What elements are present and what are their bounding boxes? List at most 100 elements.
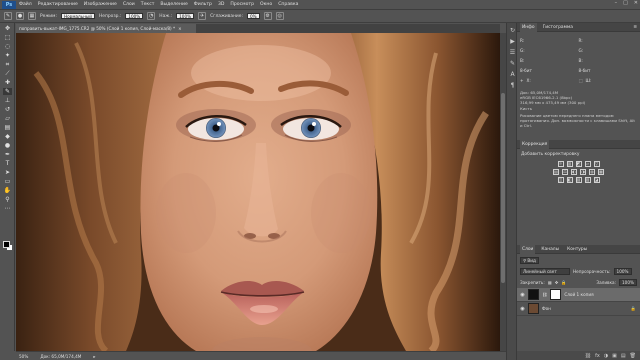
maximize-icon[interactable]: □ [623, 0, 628, 6]
layer-row[interactable]: ◉ ⛓ Слой 1 копия [517, 288, 640, 302]
foreground-color-swatch[interactable] [3, 241, 10, 248]
visibility-eye-icon[interactable]: ◉ [520, 292, 525, 298]
hue-saturation-icon[interactable]: ▤ [553, 169, 559, 176]
brush-preset-icon[interactable]: ✎ [4, 12, 12, 20]
brush-panel-toggle-icon[interactable]: ▦ [28, 12, 36, 20]
zoom-level[interactable]: 50% [19, 354, 28, 359]
crop-tool-icon[interactable]: ⌗ [3, 61, 12, 68]
layer-opacity-field[interactable]: 100% [613, 268, 632, 275]
menu-help[interactable]: Справка [275, 2, 301, 7]
document-tab[interactable]: поправить-выкат-IMG_1775.CR2 @ 50% (Слой… [16, 24, 196, 33]
history-panel-icon[interactable]: ↻ [509, 27, 516, 34]
menu-type[interactable]: Текст [138, 2, 158, 7]
panel-menu-icon[interactable]: ≡ [633, 25, 637, 30]
move-tool-icon[interactable]: ✥ [3, 25, 12, 32]
threshold-icon[interactable]: ▧ [575, 177, 582, 184]
delete-layer-icon[interactable]: 🗑 [630, 353, 636, 359]
shape-tool-icon[interactable]: ▭ [3, 178, 12, 185]
healing-tool-icon[interactable]: ✚ [3, 79, 12, 86]
menu-file[interactable]: Файл [16, 2, 35, 7]
document-info[interactable]: Док: 65,0M/174,4M [40, 354, 81, 359]
lock-position-icon[interactable]: ✥ [555, 280, 559, 285]
brightness-contrast-icon[interactable]: ☼ [557, 161, 564, 168]
type-tool-icon[interactable]: T [3, 160, 12, 167]
history-brush-tool-icon[interactable]: ↺ [3, 106, 12, 113]
tab-paths[interactable]: Контуры [565, 247, 589, 252]
brush-tool-icon[interactable]: ✎ [3, 88, 12, 95]
chain-icon[interactable]: ⛓ [542, 292, 547, 298]
character-panel-icon[interactable]: A [509, 71, 516, 78]
posterize-icon[interactable]: ◧ [566, 177, 573, 184]
document-canvas[interactable] [16, 33, 500, 351]
layer-row[interactable]: ◉ Фон 🔒 [517, 302, 640, 316]
color-lookup-icon[interactable]: ▦ [598, 169, 604, 176]
smoothing-settings-icon[interactable]: ⚙ [263, 12, 272, 20]
eraser-tool-icon[interactable]: ▱ [3, 115, 12, 122]
menu-filter[interactable]: Фильтр [191, 2, 215, 7]
clone-stamp-tool-icon[interactable]: ⊥ [3, 97, 12, 104]
close-tab-icon[interactable]: × [178, 26, 182, 31]
path-select-tool-icon[interactable]: ➤ [3, 169, 12, 176]
vibrance-icon[interactable]: ▽ [593, 161, 600, 168]
gradient-map-icon[interactable]: ▨ [584, 177, 591, 184]
new-layer-icon[interactable]: ▤ [621, 353, 626, 359]
status-arrow-icon[interactable]: ▸ [93, 354, 95, 359]
pressure-opacity-icon[interactable]: ◔ [147, 12, 156, 20]
brush-panel-icon[interactable]: ✎ [509, 60, 516, 67]
tab-layers[interactable]: Слои [520, 244, 536, 254]
new-group-icon[interactable]: ▣ [612, 353, 617, 359]
eyedropper-tool-icon[interactable]: ⟋ [3, 70, 12, 77]
add-mask-icon[interactable]: ◑ [604, 353, 608, 359]
color-balance-icon[interactable]: ⚖ [562, 169, 568, 176]
marquee-tool-icon[interactable]: ⬚ [3, 34, 12, 41]
opacity-field[interactable]: 100% [125, 13, 144, 19]
tab-histogram[interactable]: Гистограмма [541, 25, 575, 30]
photo-filter-icon[interactable]: ◑ [580, 169, 586, 176]
quick-select-tool-icon[interactable]: ✦ [3, 52, 12, 59]
more-tools-icon[interactable]: ⋯ [3, 205, 12, 212]
lock-all-icon[interactable]: 🔒 [561, 280, 566, 286]
curves-icon[interactable]: ◩ [575, 161, 582, 168]
properties-panel-icon[interactable]: ☰ [509, 49, 516, 56]
actions-panel-icon[interactable]: ▶ [509, 38, 516, 45]
smoothing-field[interactable]: 0% [246, 13, 260, 19]
levels-icon[interactable]: ▥ [566, 161, 573, 168]
invert-icon[interactable]: ◫ [557, 177, 564, 184]
selective-color-icon[interactable]: ◪ [593, 177, 600, 184]
gradient-tool-icon[interactable]: ▤ [3, 124, 12, 131]
channel-mixer-icon[interactable]: ◍ [589, 169, 595, 176]
tab-info[interactable]: Инфо [520, 22, 537, 32]
visibility-eye-icon[interactable]: ◉ [520, 306, 525, 312]
paragraph-panel-icon[interactable]: ¶ [509, 82, 516, 89]
hand-tool-icon[interactable]: ✋ [3, 187, 12, 194]
blur-tool-icon[interactable]: ◆ [3, 133, 12, 140]
menu-edit[interactable]: Редактирование [35, 2, 81, 7]
menu-window[interactable]: Окно [257, 2, 275, 7]
flow-field[interactable]: 100% [176, 13, 195, 19]
zoom-tool-icon[interactable]: ⚲ [3, 196, 12, 203]
menu-layer[interactable]: Слои [120, 2, 138, 7]
brush-settings-icon[interactable]: ● [16, 12, 24, 20]
minimize-icon[interactable]: – [615, 0, 618, 6]
scrollbar-thumb[interactable] [501, 93, 505, 283]
layer-filter-select[interactable]: ⚲ Вид [520, 257, 539, 264]
tab-adjustments[interactable]: Коррекция [520, 139, 550, 149]
menu-3d[interactable]: 3D [215, 2, 227, 7]
airbrush-icon[interactable]: ✈ [198, 12, 207, 20]
tab-channels[interactable]: Каналы [539, 247, 561, 252]
pressure-size-icon[interactable]: ◎ [275, 12, 284, 20]
lasso-tool-icon[interactable]: ◌ [3, 43, 12, 50]
mode-select[interactable]: Нормальный [60, 13, 95, 19]
close-window-icon[interactable]: ✕ [634, 0, 638, 6]
dodge-tool-icon[interactable]: ● [3, 142, 12, 149]
layer-name[interactable]: Слой 1 копия [564, 292, 593, 297]
lock-pixels-icon[interactable]: ▦ [548, 280, 552, 285]
menu-select[interactable]: Выделение [157, 2, 190, 7]
layer-mask-thumbnail[interactable] [550, 289, 562, 300]
fill-field[interactable]: 100% [619, 279, 637, 286]
menu-image[interactable]: Изображение [81, 2, 120, 7]
pen-tool-icon[interactable]: ✒ [3, 151, 12, 158]
blend-mode-select[interactable]: Линейный свет [520, 268, 570, 275]
layer-style-icon[interactable]: fx [595, 353, 600, 359]
black-white-icon[interactable]: ◐ [571, 169, 577, 176]
